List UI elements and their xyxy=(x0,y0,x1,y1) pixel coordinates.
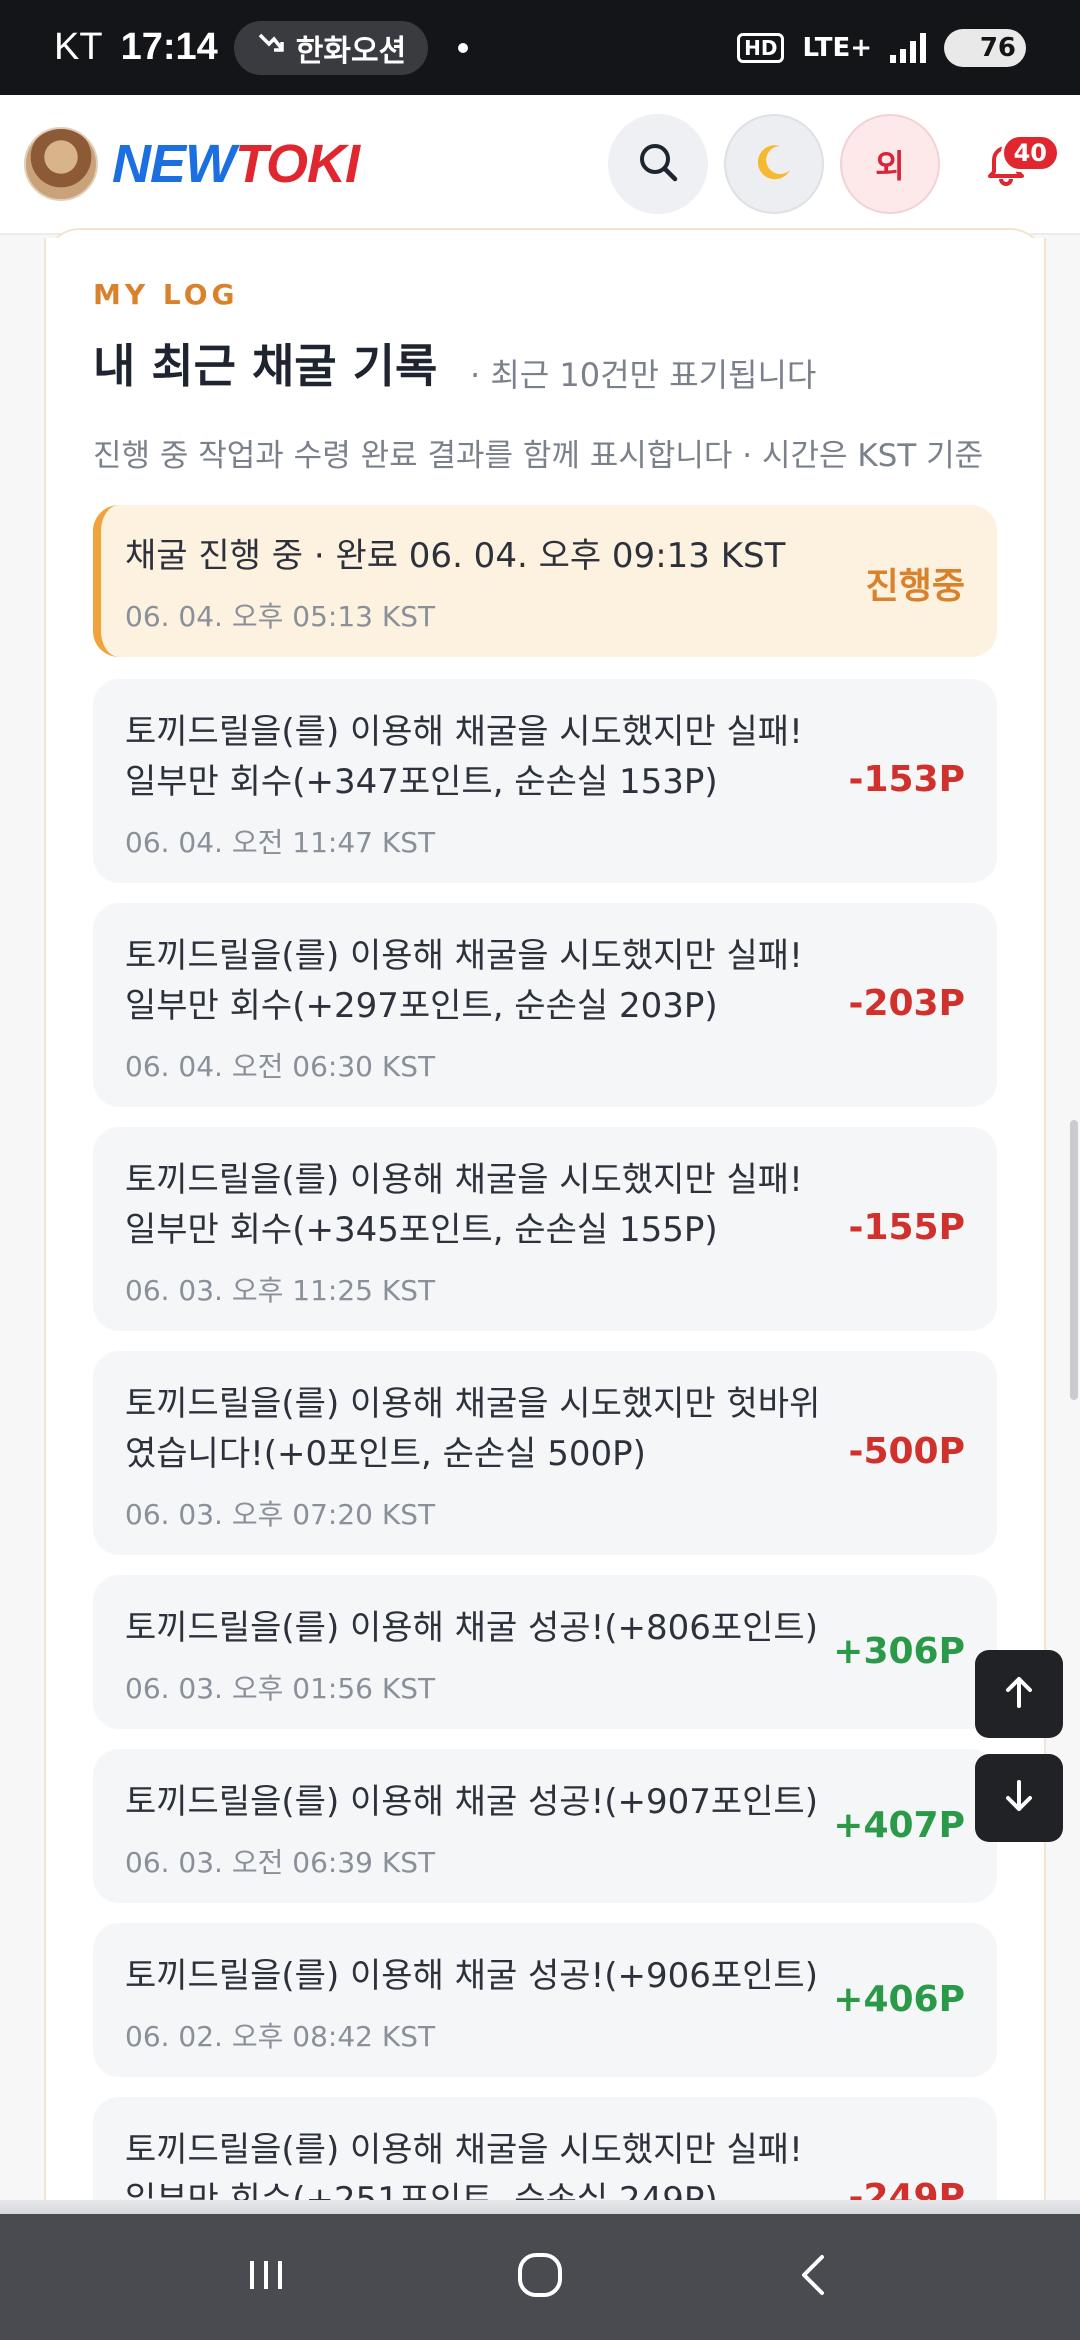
log-message-line1: 토끼드릴을(를) 이용해 채굴을 시도했지만 실패! xyxy=(125,2130,803,2170)
home-button[interactable] xyxy=(514,2249,566,2305)
log-time: 06. 03. 오후 01:56 KST xyxy=(125,1672,436,1705)
log-message-line1: 토끼드릴을(를) 이용해 채굴을 시도했지만 실패! xyxy=(125,1160,803,1200)
battery-icon: 76 xyxy=(944,28,1026,67)
notification-dot xyxy=(458,42,469,53)
log-amount: -500P xyxy=(848,1431,965,1472)
status-bar: KT 17:14 한화오션 HD LTE+ 76 xyxy=(0,0,1080,95)
log-message-line2: 였습니다!(+0포인트, 순손실 500P) xyxy=(125,1434,646,1474)
notification-count-badge: 40 xyxy=(1000,134,1060,172)
card-note: · 최근 10건만 표기됩니다 xyxy=(470,356,817,394)
search-button[interactable] xyxy=(608,114,708,214)
log-time: 06. 04. 오전 06:30 KST xyxy=(125,1050,436,1083)
log-time: 06. 02. 오후 08:42 KST xyxy=(125,2020,436,2053)
log-time: 06. 03. 오전 06:39 KST xyxy=(125,1846,436,1879)
log-item[interactable]: 토끼드릴을(를) 이용해 채굴을 시도했지만 실패! 일부만 회수(+297포인… xyxy=(93,903,997,1107)
log-item[interactable]: 토끼드릴을(를) 이용해 채굴을 시도했지만 실패! 일부만 회수(+345포인… xyxy=(93,1127,997,1331)
arrow-up-icon xyxy=(999,1672,1039,1716)
scrollbar[interactable] xyxy=(1070,1120,1078,1400)
log-time: 06. 04. 오전 11:47 KST xyxy=(125,826,436,859)
card-eyebrow: MY LOG xyxy=(93,278,239,311)
content-fade xyxy=(0,2200,1080,2214)
log-amount: -153P xyxy=(848,759,965,800)
log-message-line1: 토끼드릴을(를) 이용해 채굴을 시도했지만 실패! xyxy=(125,712,803,752)
log-message-line2: 일부만 회수(+347포인트, 순손실 153P) xyxy=(125,762,718,802)
system-nav-bar xyxy=(0,2214,1080,2340)
log-time: 06. 03. 오후 11:25 KST xyxy=(125,1274,436,1307)
log-message-line1: 토끼드릴을(를) 이용해 채굴 성공!(+906포인트) xyxy=(125,1956,818,1996)
log-amount: -155P xyxy=(848,1207,965,1248)
log-message-line1: 토끼드릴을(를) 이용해 채굴 성공!(+806포인트) xyxy=(125,1608,818,1648)
site-header: NEWTOKI 외 40 xyxy=(0,95,1080,235)
log-message-line2: 일부만 회수(+297포인트, 순손실 203P) xyxy=(125,986,718,1026)
header-actions: 외 40 xyxy=(608,114,1060,214)
log-item[interactable]: 토끼드릴을(를) 이용해 채굴 성공!(+907포인트) 06. 03. 오전 … xyxy=(93,1749,997,1903)
logo-toki: TOKI xyxy=(234,134,360,194)
hd-icon: HD xyxy=(737,32,785,63)
site-logo[interactable]: NEWTOKI xyxy=(112,133,360,195)
moon-icon xyxy=(752,140,796,188)
notification-pill[interactable]: 한화오션 xyxy=(233,20,429,75)
user-menu-button[interactable]: 외 xyxy=(840,114,940,214)
log-message-line1: 토끼드릴을(를) 이용해 채굴을 시도했지만 헛바위 xyxy=(125,1384,821,1424)
battery-level: 76 xyxy=(979,32,1016,63)
network-type: LTE+ xyxy=(802,32,872,63)
log-item[interactable]: 채굴 진행 중 · 완료 06. 04. 오후 09:13 KST 06. 04… xyxy=(93,505,997,657)
notification-pill-label: 한화오션 xyxy=(295,33,407,69)
signal-icon xyxy=(890,32,926,63)
logo-avatar[interactable] xyxy=(24,127,98,201)
scroll-top-button[interactable] xyxy=(975,1650,1063,1738)
log-message-line1: 토끼드릴을(를) 이용해 채굴을 시도했지만 실패! xyxy=(125,936,803,976)
log-item[interactable]: 토끼드릴을(를) 이용해 채굴 성공!(+906포인트) 06. 02. 오후 … xyxy=(93,1923,997,2077)
log-amount: -203P xyxy=(848,983,965,1024)
log-item[interactable]: 토끼드릴을(를) 이용해 채굴 성공!(+806포인트) 06. 03. 오후 … xyxy=(93,1575,997,1729)
carrier-label: KT xyxy=(54,26,103,68)
arrow-down-icon xyxy=(999,1776,1039,1820)
log-time: 06. 04. 오후 05:13 KST xyxy=(125,600,436,633)
back-button[interactable] xyxy=(790,2251,838,2303)
user-initial: 외 xyxy=(875,147,905,185)
card-title: 내 최근 채굴 기록 xyxy=(93,339,438,393)
log-amount: +306P xyxy=(833,1631,965,1672)
logo-new: NEW xyxy=(112,134,236,194)
log-amount: +406P xyxy=(833,1979,965,2020)
log-amount: +407P xyxy=(833,1805,965,1846)
trend-down-icon xyxy=(256,29,286,66)
status-clock: 17:14 xyxy=(120,26,218,68)
log-time: 06. 03. 오후 07:20 KST xyxy=(125,1498,436,1531)
log-item[interactable]: 토끼드릴을(를) 이용해 채굴을 시도했지만 헛바위 였습니다!(+0포인트, … xyxy=(93,1351,997,1555)
log-message-line1: 채굴 진행 중 · 완료 06. 04. 오후 09:13 KST xyxy=(125,536,786,576)
log-message-line2: 일부만 회수(+345포인트, 순손실 155P) xyxy=(125,1210,718,1250)
dark-mode-button[interactable] xyxy=(724,114,824,214)
recent-apps-button[interactable] xyxy=(242,2251,290,2303)
log-item[interactable]: 토끼드릴을(를) 이용해 채굴을 시도했지만 실패! 일부만 회수(+347포인… xyxy=(93,679,997,883)
log-message-line1: 토끼드릴을(를) 이용해 채굴 성공!(+907포인트) xyxy=(125,1782,818,1822)
scroll-bottom-button[interactable] xyxy=(975,1754,1063,1842)
status-icons: HD LTE+ 76 xyxy=(737,28,1026,67)
search-icon xyxy=(636,140,680,188)
log-status: 진행중 xyxy=(865,566,965,607)
card-description: 진행 중 작업과 수령 완료 결과를 함께 표시합니다 · 시간은 KST 기준 xyxy=(93,438,984,474)
notifications-button[interactable]: 40 xyxy=(956,114,1060,214)
